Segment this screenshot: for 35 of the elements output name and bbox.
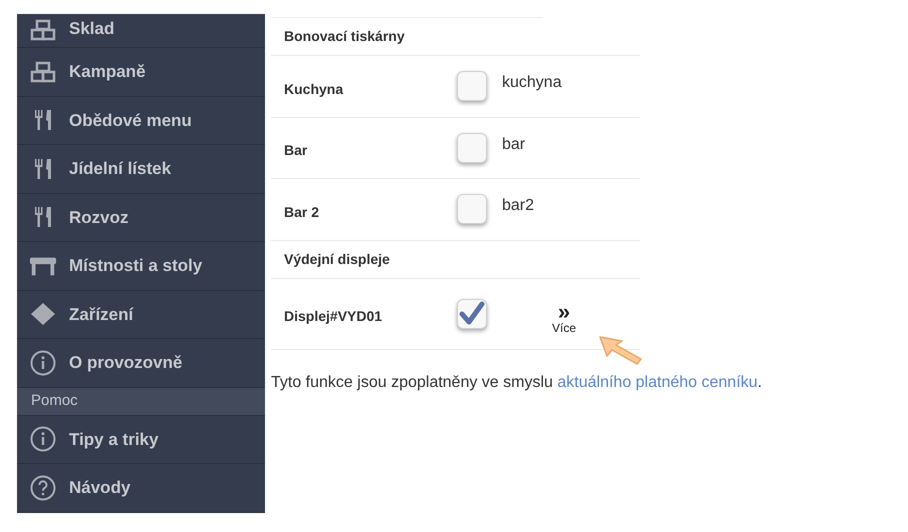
sidebar-item[interactable]: Zařízení: [17, 290, 265, 339]
info-icon: [30, 426, 56, 452]
pointer-arrow-icon: [597, 335, 643, 365]
pricing-link[interactable]: aktuálního platného cenníku: [557, 374, 758, 390]
section-title: Výdejní displeje: [271, 240, 640, 278]
sidebar-item[interactable]: Tipy a triky: [17, 416, 265, 464]
checkbox[interactable]: [457, 71, 487, 102]
more-button[interactable]: » Více: [552, 304, 576, 334]
sidebar-item[interactable]: Obědové menu: [17, 96, 265, 145]
checkbox[interactable]: [457, 298, 487, 328]
sidebar-item[interactable]: Místnosti a stoly: [17, 242, 265, 290]
row-label: Kuchyna: [283, 80, 344, 99]
row-label: Bar 2: [283, 202, 320, 222]
checkbox-label: bar: [502, 134, 526, 155]
help-icon: [30, 474, 56, 501]
info-icon: [30, 350, 56, 376]
checkbox[interactable]: [457, 194, 487, 224]
boxes-icon: [30, 60, 56, 83]
checkbox-label: bar2: [502, 196, 534, 216]
row-label: Bar: [283, 141, 308, 160]
sidebar-item[interactable]: Kampaně: [17, 48, 265, 96]
section-title: Bonovací tiskárny: [271, 18, 640, 56]
boxes-icon: [30, 19, 56, 41]
checkbox-label: kuchyna: [502, 73, 562, 94]
row-label: Displej#VYD01: [283, 307, 384, 326]
diamond-icon: [30, 302, 56, 326]
sidebar-item[interactable]: Sklad: [17, 14, 265, 48]
checkbox[interactable]: [457, 132, 487, 163]
sidebar-section-header: Pomoc: [17, 388, 265, 416]
sidebar-item[interactable]: Jídelní lístek: [17, 145, 265, 194]
checkmark-icon: [459, 300, 485, 326]
table-icon: [29, 254, 57, 277]
pricing-note: Tyto funkce jsou zpoplatněny ve smyslu aktuálního platného cenníku.: [271, 372, 762, 392]
sidebar-item[interactable]: Rozvoz: [17, 194, 265, 242]
sidebar-item[interactable]: Návody: [17, 464, 265, 512]
